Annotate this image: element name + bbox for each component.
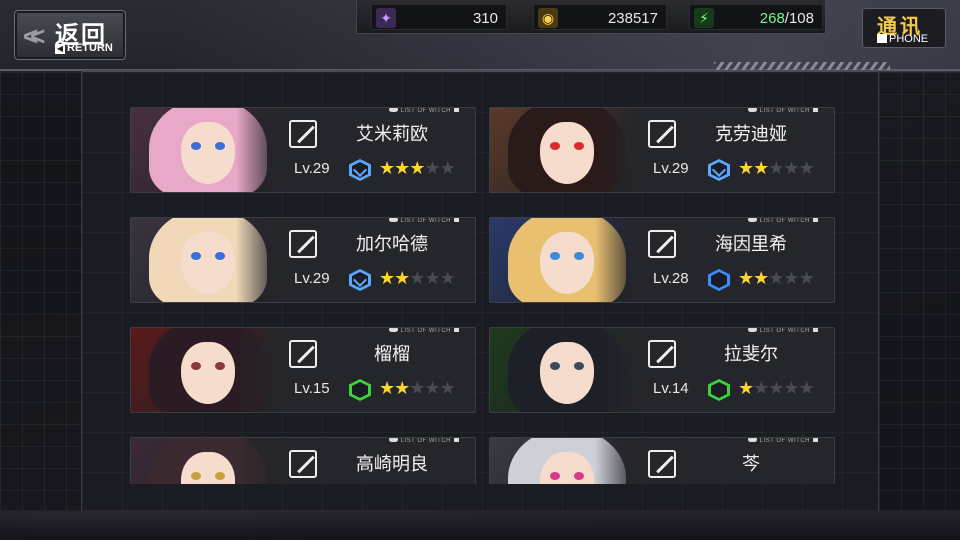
list-of-witch-tag: LIST OF WITCH <box>747 438 818 444</box>
witch-level: Lv.14 <box>653 380 689 397</box>
witch-portrait <box>490 438 640 484</box>
witch-name: 加尔哈德 <box>356 234 428 255</box>
star-icon: ★ <box>738 378 754 398</box>
witch-card[interactable]: LIST OF WITCH 海因里希 Lv.28 ★★★★★ <box>489 217 835 303</box>
edit-icon[interactable] <box>289 230 317 258</box>
rank-hexagon-icon <box>349 379 371 401</box>
witch-name: 拉斐尔 <box>724 344 778 365</box>
star-icon: ★ <box>409 378 425 398</box>
list-of-witch-tag: LIST OF WITCH <box>747 218 818 224</box>
list-tag-text: LIST OF WITCH <box>759 438 810 444</box>
rank-hexagon-icon <box>708 159 730 181</box>
star-icon: ★ <box>783 158 799 178</box>
list-tag-text: LIST OF WITCH <box>400 328 451 334</box>
star-icon: ★ <box>783 268 799 288</box>
star-icon: ★ <box>738 268 754 288</box>
witch-portrait <box>490 328 640 412</box>
star-icon: ★ <box>424 158 440 178</box>
star-rating: ★★★★★ <box>379 378 456 399</box>
witch-card[interactable]: LIST OF WITCH 克劳迪娅 Lv.29 ★★★★★ <box>489 107 835 193</box>
star-icon: ★ <box>768 158 784 178</box>
list-of-witch-tag: LIST OF WITCH <box>747 328 818 334</box>
star-icon: ★ <box>783 378 799 398</box>
star-icon: ★ <box>424 268 440 288</box>
star-icon: ★ <box>439 268 456 288</box>
star-rating: ★★★★★ <box>379 268 456 289</box>
star-icon: ★ <box>379 378 395 398</box>
star-icon: ★ <box>798 158 815 178</box>
witch-card[interactable]: LIST OF WITCH 拉斐尔 Lv.14 ★★★★★ <box>489 327 835 413</box>
list-of-witch-tag: LIST OF WITCH <box>388 328 459 334</box>
witch-level: Lv.15 <box>294 380 330 397</box>
star-icon: ★ <box>394 268 410 288</box>
star-icon: ★ <box>768 268 784 288</box>
witch-card[interactable]: LIST OF WITCH 芩 <box>489 437 835 484</box>
star-icon: ★ <box>439 378 456 398</box>
star-icon: ★ <box>768 378 784 398</box>
star-rating: ★★★★★ <box>738 158 815 179</box>
witch-portrait <box>131 108 281 192</box>
list-of-witch-tag: LIST OF WITCH <box>388 438 459 444</box>
edit-icon[interactable] <box>648 230 676 258</box>
witch-portrait <box>131 438 281 484</box>
witch-name: 芩 <box>742 454 760 475</box>
star-icon: ★ <box>753 158 769 178</box>
witch-name: 克劳迪娅 <box>715 124 787 145</box>
witch-level: Lv.29 <box>294 270 330 287</box>
edit-icon[interactable] <box>648 340 676 368</box>
star-icon: ★ <box>798 378 815 398</box>
witch-name: 艾米莉欧 <box>356 124 428 145</box>
star-icon: ★ <box>753 268 769 288</box>
list-tag-text: LIST OF WITCH <box>400 108 451 114</box>
edit-icon[interactable] <box>289 340 317 368</box>
star-icon: ★ <box>753 378 769 398</box>
witch-level: Lv.29 <box>653 160 689 177</box>
list-tag-text: LIST OF WITCH <box>400 218 451 224</box>
star-icon: ★ <box>379 158 395 178</box>
star-icon: ★ <box>798 268 815 288</box>
list-of-witch-tag: LIST OF WITCH <box>747 108 818 114</box>
star-icon: ★ <box>424 378 440 398</box>
bottom-bar <box>0 510 960 540</box>
witch-name: 高崎明良 <box>356 454 428 475</box>
list-of-witch-tag: LIST OF WITCH <box>388 218 459 224</box>
edit-icon[interactable] <box>648 120 676 148</box>
witch-portrait <box>490 108 640 192</box>
rank-hexagon-icon <box>708 379 730 401</box>
witch-portrait <box>131 218 281 302</box>
rank-hexagon-icon <box>349 269 371 291</box>
list-tag-text: LIST OF WITCH <box>400 438 451 444</box>
witch-card[interactable]: LIST OF WITCH 高崎明良 <box>130 437 476 484</box>
star-icon: ★ <box>409 268 425 288</box>
star-icon: ★ <box>379 268 395 288</box>
star-icon: ★ <box>439 158 456 178</box>
star-icon: ★ <box>394 378 410 398</box>
witch-level: Lv.29 <box>294 160 330 177</box>
witch-portrait <box>131 328 281 412</box>
star-icon: ★ <box>394 158 410 178</box>
star-icon: ★ <box>738 158 754 178</box>
edit-icon[interactable] <box>648 450 676 478</box>
star-rating: ★★★★★ <box>738 268 815 289</box>
rank-hexagon-icon <box>349 159 371 181</box>
list-of-witch-tag: LIST OF WITCH <box>388 108 459 114</box>
witch-card[interactable]: LIST OF WITCH 加尔哈德 Lv.29 ★★★★★ <box>130 217 476 303</box>
star-rating: ★★★★★ <box>379 158 456 179</box>
witch-card[interactable]: LIST OF WITCH 榴榴 Lv.15 ★★★★★ <box>130 327 476 413</box>
star-icon: ★ <box>409 158 425 178</box>
edit-icon[interactable] <box>289 450 317 478</box>
witch-card[interactable]: LIST OF WITCH 艾米莉欧 Lv.29 ★★★★★ <box>130 107 476 193</box>
witch-name: 海因里希 <box>715 234 787 255</box>
edit-icon[interactable] <box>289 120 317 148</box>
witch-name: 榴榴 <box>374 344 410 365</box>
list-tag-text: LIST OF WITCH <box>759 328 810 334</box>
rank-hexagon-icon <box>708 269 730 291</box>
list-tag-text: LIST OF WITCH <box>759 108 810 114</box>
witch-portrait <box>490 218 640 302</box>
list-tag-text: LIST OF WITCH <box>759 218 810 224</box>
witch-level: Lv.28 <box>653 270 689 287</box>
star-rating: ★★★★★ <box>738 378 815 399</box>
